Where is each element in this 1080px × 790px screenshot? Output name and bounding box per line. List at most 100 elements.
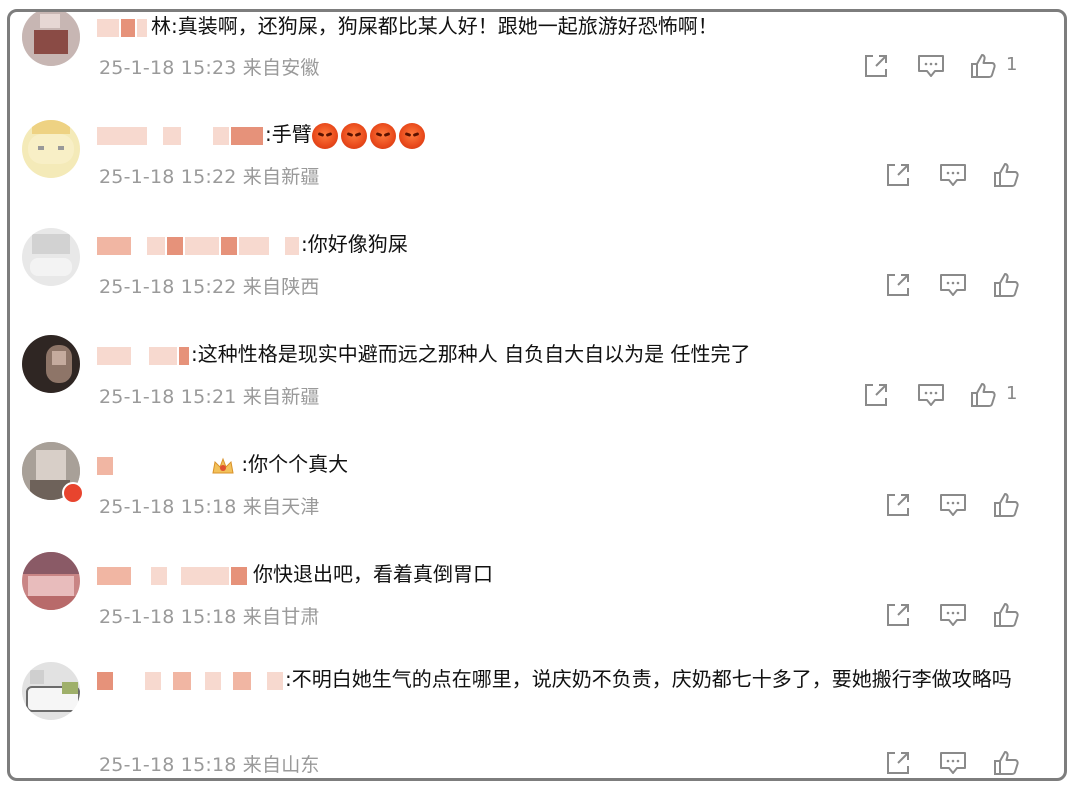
comment-icon[interactable] — [938, 161, 968, 189]
like-icon[interactable] — [992, 491, 1020, 519]
user-avatar[interactable] — [22, 12, 80, 66]
share-icon[interactable] — [884, 601, 912, 629]
username-blur — [213, 126, 229, 145]
comment-meta: 25-1-18 15:21 来自新疆 — [99, 386, 320, 408]
username-blur[interactable] — [97, 456, 113, 475]
comment-text: :不明白她生气的点在哪里，说庆奶不负责，庆奶都七十多了，要她搬行李做攻略吗 — [285, 667, 1012, 691]
share-icon[interactable] — [862, 52, 890, 80]
username-blur — [205, 671, 221, 690]
username-blur — [181, 566, 229, 585]
comment-meta: 25-1-18 15:18 来自甘肃 — [99, 606, 320, 628]
comment-meta: 25-1-18 15:22 来自新疆 — [99, 166, 320, 188]
share-icon[interactable] — [884, 749, 912, 777]
like-count: 1 — [1006, 54, 1018, 75]
like-icon[interactable] — [992, 749, 1020, 777]
crown-icon — [212, 457, 234, 473]
user-avatar[interactable] — [22, 662, 80, 720]
user-avatar[interactable] — [22, 228, 80, 286]
username-blur — [239, 236, 269, 255]
comment-text-line: 林:真装啊，还狗屎，狗屎都比某人好！跟她一起旅游好恐怖啊！ — [97, 12, 1044, 42]
username-blur — [285, 236, 299, 255]
verified-badge — [62, 482, 84, 504]
user-avatar[interactable] — [22, 120, 80, 178]
comment-icon[interactable] — [916, 52, 946, 80]
username-blur — [231, 126, 263, 145]
user-avatar[interactable] — [22, 335, 80, 393]
share-icon[interactable] — [862, 381, 890, 409]
comment-list: 林:真装啊，还狗屎，狗屎都比某人好！跟她一起旅游好恐怖啊！ 25-1-18 15… — [7, 9, 1067, 781]
username-blur — [267, 671, 283, 690]
username-blur[interactable] — [97, 346, 131, 365]
username-blur — [151, 566, 167, 585]
like-icon[interactable] — [992, 271, 1020, 299]
comment-text-line: :这种性格是现实中避而远之那种人 自负自大自以为是 任性完了 — [97, 338, 1044, 370]
like-icon[interactable] — [992, 601, 1020, 629]
comment-text-line: 你快退出吧，看着真倒胃口 — [97, 558, 1044, 590]
username-blur — [163, 126, 181, 145]
comment-text-line: :不明白她生气的点在哪里，说庆奶不负责，庆奶都七十多了，要她搬行李做攻略吗 — [97, 660, 1044, 698]
comment-meta: 25-1-18 15:18 来自山东 — [99, 754, 320, 776]
comment-item: :你好像狗屎 25-1-18 15:22 来自陕西 — [10, 222, 1064, 332]
comment-icon[interactable] — [938, 749, 968, 777]
comment-actions — [844, 601, 1064, 631]
comment-text: :你好像狗屎 — [301, 232, 408, 256]
username-blur[interactable] — [97, 126, 147, 145]
comment-item: 林:真装啊，还狗屎，狗屎都比某人好！跟她一起旅游好恐怖啊！ 25-1-18 15… — [10, 12, 1064, 112]
emoji-angry-icon — [311, 122, 338, 149]
username-blur — [185, 236, 219, 255]
comment-text: 林:真装啊，还狗屎，狗屎都比某人好！跟她一起旅游好恐怖啊！ — [151, 14, 718, 38]
like-icon[interactable] — [992, 161, 1020, 189]
username-blur — [149, 346, 177, 365]
comment-icon[interactable] — [938, 271, 968, 299]
comment-text-line: :你个个真大 — [97, 448, 1044, 480]
username-blur — [221, 236, 237, 255]
username-blur — [231, 566, 247, 585]
username-blur — [137, 18, 147, 37]
comment-item: :不明白她生气的点在哪里，说庆奶不负责，庆奶都七十多了，要她搬行李做攻略吗 25… — [10, 660, 1064, 778]
share-icon[interactable] — [884, 491, 912, 519]
comment-actions: 1 — [844, 381, 1064, 411]
username-blur — [173, 671, 191, 690]
comment-icon[interactable] — [938, 601, 968, 629]
emoji-angry-icon — [369, 122, 396, 149]
comment-text-line: :你好像狗屎 — [97, 228, 1044, 260]
comment-text: :手臂 — [265, 122, 312, 146]
username-blur[interactable] — [97, 236, 131, 255]
username-blur — [121, 18, 135, 37]
comment-actions — [844, 271, 1064, 301]
comment-actions: 1 — [844, 52, 1064, 82]
comment-icon[interactable] — [938, 491, 968, 519]
comment-text-line: :手臂 — [97, 118, 1044, 150]
comment-text: :这种性格是现实中避而远之那种人 自负自大自以为是 任性完了 — [191, 342, 751, 366]
username-blur — [147, 236, 165, 255]
emoji-angry-icon — [340, 122, 367, 149]
username-blur — [167, 236, 183, 255]
comment-icon[interactable] — [916, 381, 946, 409]
comment-item: :你个个真大 25-1-18 15:18 来自天津 — [10, 442, 1064, 552]
like-count: 1 — [1006, 383, 1018, 404]
emoji-angry-icon — [398, 122, 425, 149]
comment-item: :手臂 25-1-18 15:22 来自新疆 — [10, 112, 1064, 222]
comment-item: :这种性格是现实中避而远之那种人 自负自大自以为是 任性完了 25-1-18 1… — [10, 332, 1064, 442]
username-blur — [179, 346, 189, 365]
comment-item: 你快退出吧，看着真倒胃口 25-1-18 15:18 来自甘肃 — [10, 552, 1064, 662]
username-blur[interactable] — [97, 566, 131, 585]
comment-actions — [844, 161, 1064, 191]
share-icon[interactable] — [884, 161, 912, 189]
username-blur[interactable] — [97, 18, 119, 37]
comment-text: :你个个真大 — [241, 452, 349, 476]
comment-actions — [844, 491, 1064, 521]
comment-meta: 25-1-18 15:23 来自安徽 — [99, 57, 320, 79]
like-icon[interactable] — [969, 52, 997, 80]
comment-text: 你快退出吧，看着真倒胃口 — [253, 562, 493, 586]
comment-actions — [844, 749, 1064, 778]
like-icon[interactable] — [969, 381, 997, 409]
user-avatar[interactable] — [22, 552, 80, 610]
comment-meta: 25-1-18 15:22 来自陕西 — [99, 276, 320, 298]
username-blur — [233, 671, 251, 690]
username-blur — [145, 671, 161, 690]
user-avatar[interactable] — [22, 442, 84, 504]
share-icon[interactable] — [884, 271, 912, 299]
comment-meta: 25-1-18 15:18 来自天津 — [99, 496, 320, 518]
username-blur[interactable] — [97, 671, 113, 690]
